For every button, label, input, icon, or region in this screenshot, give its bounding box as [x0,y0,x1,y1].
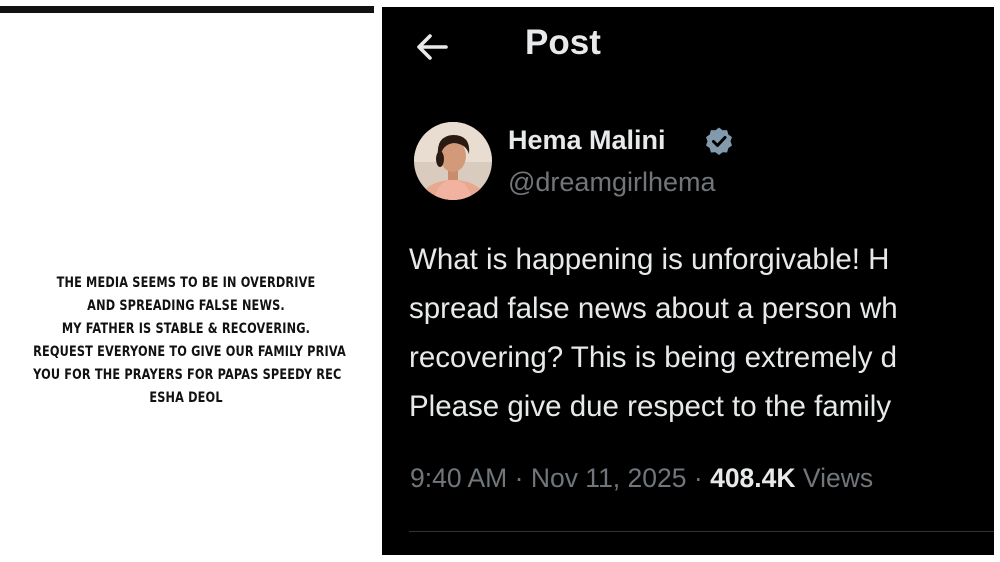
story-line: AND SPREADING FALSE NEWS. [87,298,285,314]
story-line: MY FATHER IS STABLE & RECOVERING. [61,321,311,337]
views-count: 408.4K [710,463,796,493]
divider [409,531,994,532]
tweet-panel: Post Hema Malini @dreamgirlhema What is … [382,7,994,555]
arrow-left-icon [417,34,448,60]
story-panel: THE MEDIA SEEMS TO BE IN OVERDRIVE AND S… [0,0,380,562]
story-message: THE MEDIA SEEMS TO BE IN OVERDRIVE AND S… [33,272,346,410]
tweet-body: What is happening is unforgivable! H spr… [409,235,994,431]
collage-divider [374,0,382,562]
tweet-line: Please give due respect to the family [409,390,892,423]
meta-separator: · [514,463,524,493]
story-line: YOU FOR THE PRAYERS FOR PAPAS SPEEDY REC [33,367,342,383]
tweet-metadata: 9:40 AM · Nov 11, 2025 · 408.4K Views [410,463,873,494]
author-handle[interactable]: @dreamgirlhema [508,167,715,198]
avatar[interactable] [414,122,492,200]
story-signature: ESHA DEOL [149,390,223,406]
tweet-date[interactable]: Nov 11, 2025 [531,463,687,493]
story-line: THE MEDIA SEEMS TO BE IN OVERDRIVE [56,275,316,291]
back-button[interactable] [412,27,452,67]
views-label: Views [802,463,874,493]
post-header: Post [382,7,994,87]
tweet-line: recovering? This is being extremely d [409,341,898,374]
tweet-time[interactable]: 9:40 AM [410,463,507,493]
verified-badge-icon [706,127,732,155]
meta-separator: · [693,463,703,493]
collage-border [994,0,1000,562]
story-line: REQUEST EVERYONE TO GIVE OUR FAMILY PRIV… [33,344,346,360]
author-name[interactable]: Hema Malini [508,125,666,156]
page-title: Post [525,23,601,62]
story-progress-bar [0,6,374,13]
collage-border [382,555,1000,562]
tweet-line: What is happening is unforgivable! H [409,243,890,276]
tweet-line: spread false news about a person wh [409,292,898,325]
